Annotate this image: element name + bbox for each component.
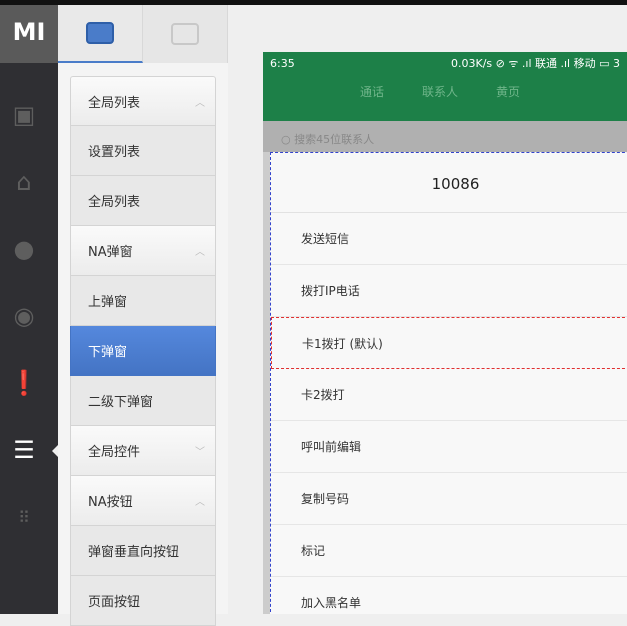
user-icon[interactable]: ● xyxy=(9,234,39,264)
phone-preview: 6:35 0.03K/s ⊘ ᯤ .ıl 联通 .ıl 移动 ▭ 3 通话 联系… xyxy=(263,52,627,614)
menu-item-label: 上弹窗 xyxy=(88,295,128,310)
chevron-up-icon: ︿ xyxy=(195,247,205,258)
options-dialog: 10086 发送短信 拨打IP电话 卡1拨打 (默认) 卡2拨打 呼叫前编辑 复制号码 标记… xyxy=(270,152,627,614)
chevron-down-icon: ﹀ xyxy=(195,447,205,458)
menu-item[interactable]: 页面按钮 xyxy=(70,576,216,626)
menu-item-label: 页面按钮 xyxy=(88,595,141,610)
dialog-option[interactable]: 发送短信 xyxy=(271,213,627,265)
menu-item-label: 下弹窗 xyxy=(88,345,128,360)
menu-item-label: NA弹窗 xyxy=(88,245,133,260)
dialog-option[interactable]: 加入黑名单 xyxy=(271,577,627,614)
tab-text[interactable] xyxy=(143,5,228,63)
tab-contacts[interactable]: 联系人 xyxy=(422,83,458,100)
menu-item-label: 全局控件 xyxy=(88,445,141,460)
dialog-option[interactable]: 呼叫前编辑 xyxy=(271,421,627,473)
menu-item[interactable]: NA按钮 ︿ xyxy=(70,476,216,526)
search-bar[interactable]: ○ 搜索45位联系人 xyxy=(263,121,627,152)
dialog-option[interactable]: 拨打IP电话 xyxy=(271,265,627,317)
menu-item[interactable]: 设置列表 xyxy=(70,126,216,176)
status-bar: 6:35 0.03K/s ⊘ ᯤ .ıl 联通 .ıl 移动 ▭ 3 xyxy=(263,52,627,74)
menu-item-label: 设置列表 xyxy=(88,145,141,160)
dialog-title: 10086 xyxy=(271,153,627,213)
ide-icon[interactable]: ▣ xyxy=(9,100,39,130)
menu-item-label: NA按钮 xyxy=(88,495,133,510)
menu-icon[interactable]: ☰ xyxy=(9,435,39,465)
menu-item[interactable]: 弹窗垂直向按钮 xyxy=(70,526,216,576)
search-icon: ○ xyxy=(281,133,291,146)
dialog-option[interactable]: 卡1拨打 (默认) xyxy=(271,317,627,369)
menu-item[interactable]: 全局控件 ﹀ xyxy=(70,426,216,476)
dialog-option[interactable]: 标记 xyxy=(271,525,627,577)
menu-item-label: 二级下弹窗 xyxy=(88,395,154,410)
menu-item[interactable]: 下弹窗 xyxy=(70,326,216,376)
component-menu: 全局列表 ︿ 设置列表 全局列表 NA弹窗 ︿ 上弹窗 下弹窗 二级下弹窗 全局控件 ﹀ NA按钮 ︿ 弹… xyxy=(70,76,216,626)
tab-yellow-pages[interactable]: 黄页 xyxy=(496,83,520,100)
menu-item-label: 全局列表 xyxy=(88,95,141,111)
status-time: 6:35 xyxy=(270,56,295,70)
home-icon[interactable]: ⌂ xyxy=(9,167,39,197)
menu-item-label: 全局列表 xyxy=(88,195,141,210)
search-placeholder: 搜索45位联系人 xyxy=(294,133,375,146)
chat-icon[interactable]: ◉ xyxy=(9,301,39,331)
alert-icon[interactable]: ❗ xyxy=(9,368,39,398)
logo: MI xyxy=(0,5,58,63)
tab-images[interactable] xyxy=(58,5,143,63)
menu-item[interactable]: 全局列表 ︿ xyxy=(70,76,216,126)
dialog-option[interactable]: 复制号码 xyxy=(271,473,627,525)
menu-item[interactable]: 二级下弹窗 xyxy=(70,376,216,426)
dialog-option[interactable]: 卡2拨打 xyxy=(271,369,627,421)
panel-tabs xyxy=(58,5,228,63)
phone-header: 6:35 0.03K/s ⊘ ᯤ .ıl 联通 .ıl 移动 ▭ 3 通话 联系… xyxy=(263,52,627,121)
menu-item[interactable]: 全局列表 xyxy=(70,176,216,226)
chevron-up-icon: ︿ xyxy=(195,97,205,109)
document-icon xyxy=(171,23,199,45)
menu-item[interactable]: NA弹窗 ︿ xyxy=(70,226,216,276)
side-rail: ▣ ⌂ ● ◉ ❗ ☰ ⠿ xyxy=(0,5,58,614)
image-icon xyxy=(86,22,114,44)
tab-calls[interactable]: 通话 xyxy=(360,83,384,100)
chevron-up-icon: ︿ xyxy=(195,497,205,508)
menu-item[interactable]: 上弹窗 xyxy=(70,276,216,326)
menu-item-label: 弹窗垂直向按钮 xyxy=(88,545,180,560)
status-right: 0.03K/s ⊘ ᯤ .ıl 联通 .ıl 移动 ▭ 3 xyxy=(451,57,620,70)
grid-icon[interactable]: ⠿ xyxy=(9,502,39,532)
